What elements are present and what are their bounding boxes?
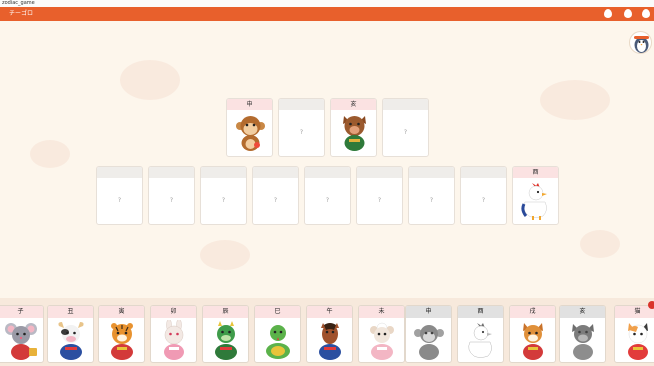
card-label: 卯 bbox=[170, 308, 177, 315]
card-dog[interactable]: 戌 bbox=[509, 305, 556, 363]
notification-dot bbox=[648, 301, 654, 309]
rat-icon bbox=[5, 323, 37, 360]
card-dragon[interactable]: 辰 bbox=[202, 305, 249, 363]
card-label: 丑 bbox=[67, 308, 74, 315]
card-tiger[interactable]: 寅 bbox=[98, 305, 145, 363]
card-rat[interactable]: 子 bbox=[0, 305, 44, 363]
card-rabbit[interactable]: 卯 bbox=[150, 305, 197, 363]
answer-slot-empty[interactable]: ? bbox=[200, 166, 247, 225]
card-sheep[interactable]: 未 bbox=[358, 305, 405, 363]
rooster-icon bbox=[468, 323, 492, 358]
slot-placeholder: ? bbox=[273, 197, 278, 204]
card-label: 寅 bbox=[118, 308, 125, 315]
card-rooster[interactable]: 酉 bbox=[457, 305, 504, 363]
slot-placeholder: ? bbox=[221, 197, 226, 204]
background-petal bbox=[540, 80, 610, 120]
slot-placeholder: ? bbox=[429, 197, 434, 204]
sheep-icon bbox=[370, 322, 394, 360]
card-label: 子 bbox=[17, 308, 24, 315]
answer-slot-empty[interactable]: ? bbox=[304, 166, 351, 225]
answer-slot-empty[interactable]: ? bbox=[278, 98, 325, 157]
rabbit-icon bbox=[164, 320, 184, 360]
answer-slot-boar[interactable]: 亥 bbox=[330, 98, 377, 157]
user-avatar[interactable] bbox=[629, 31, 652, 54]
monkey-icon bbox=[414, 325, 444, 360]
drop-icon bbox=[642, 9, 650, 18]
slot-label: 申 bbox=[246, 101, 253, 108]
slot-placeholder: ? bbox=[299, 129, 304, 136]
card-ox[interactable]: 丑 bbox=[47, 305, 94, 363]
slot-placeholder: ? bbox=[377, 197, 382, 204]
horse-icon bbox=[319, 323, 341, 360]
boar-icon bbox=[343, 116, 366, 151]
card-label: 亥 bbox=[579, 308, 586, 315]
card-cat[interactable]: 猫 bbox=[614, 305, 654, 363]
answer-slot-empty[interactable]: ? bbox=[96, 166, 143, 225]
boar-icon bbox=[572, 324, 594, 360]
card-label: 未 bbox=[378, 308, 385, 315]
card-label: 午 bbox=[326, 308, 333, 315]
cat-icon bbox=[628, 323, 648, 360]
card-label: 申 bbox=[425, 308, 432, 315]
snake-icon bbox=[266, 325, 290, 359]
card-snake[interactable]: 巳 bbox=[254, 305, 301, 363]
card-horse[interactable]: 午 bbox=[306, 305, 353, 363]
answer-slot-empty[interactable]: ? bbox=[408, 166, 455, 225]
answer-slot-rooster[interactable]: 酉 bbox=[512, 166, 559, 225]
card-label: 巳 bbox=[274, 308, 281, 315]
answer-slot-empty[interactable]: ? bbox=[252, 166, 299, 225]
answer-slot-empty[interactable]: ? bbox=[382, 98, 429, 157]
card-boar[interactable]: 亥 bbox=[559, 305, 606, 363]
slot-placeholder: ? bbox=[117, 197, 122, 204]
background-petal bbox=[30, 140, 70, 168]
background-petal bbox=[200, 240, 250, 270]
tiger-icon bbox=[111, 323, 133, 360]
card-monkey[interactable]: 申 bbox=[405, 305, 452, 363]
slot-placeholder: ? bbox=[403, 129, 408, 136]
dragon-icon bbox=[215, 321, 237, 360]
rooster-icon bbox=[521, 183, 547, 220]
answer-slot-empty[interactable]: ? bbox=[148, 166, 195, 225]
slot-placeholder: ? bbox=[481, 197, 486, 204]
answer-slot-empty[interactable]: ? bbox=[356, 166, 403, 225]
card-label: 戌 bbox=[529, 308, 536, 315]
slot-placeholder: ? bbox=[169, 197, 174, 204]
penguin-icon bbox=[634, 36, 649, 53]
slot-placeholder: ? bbox=[325, 197, 330, 204]
background-petal bbox=[580, 230, 620, 258]
card-label: 酉 bbox=[477, 308, 484, 315]
window-title: zodiac_game bbox=[0, 0, 654, 7]
answer-slot-empty[interactable]: ? bbox=[460, 166, 507, 225]
dog-icon bbox=[523, 323, 543, 360]
answer-slot-monkey[interactable]: 申 bbox=[226, 98, 273, 157]
app-header: チーゴロ bbox=[0, 7, 654, 21]
drop-icon bbox=[604, 9, 612, 18]
ox-icon bbox=[58, 322, 84, 360]
app-title: チーゴロ bbox=[9, 10, 34, 17]
monkey-icon bbox=[236, 116, 265, 151]
card-label: 辰 bbox=[222, 308, 229, 315]
slot-label: 亥 bbox=[350, 101, 357, 108]
drop-icon bbox=[624, 9, 632, 18]
slot-label: 酉 bbox=[532, 169, 539, 176]
background-petal bbox=[120, 60, 180, 100]
